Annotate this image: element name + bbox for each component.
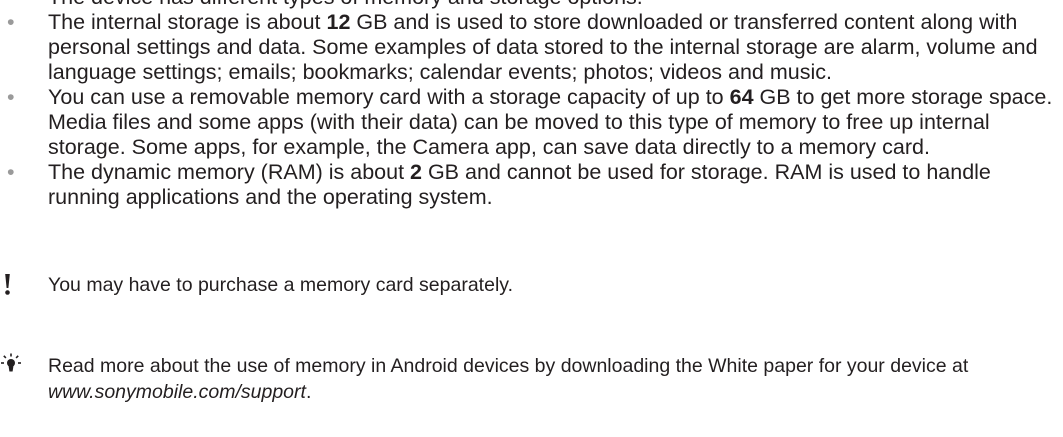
bullet-number: 64 bbox=[729, 85, 754, 109]
tip-text-end: . bbox=[305, 381, 312, 403]
lightbulb-icon bbox=[0, 353, 30, 383]
cut-off-intro-line: The device has different types of memory… bbox=[48, 0, 643, 10]
bullet-dot: • bbox=[7, 10, 15, 34]
tip-text-main: Read more about the use of memory in And… bbox=[48, 355, 969, 377]
bullet-text: The dynamic memory (RAM) is about bbox=[48, 160, 411, 184]
bullet-number: 2 bbox=[410, 160, 422, 184]
warning-text: You may have to purchase a memory card s… bbox=[48, 274, 513, 296]
bullet-dot: • bbox=[7, 160, 15, 184]
bullet-dot: • bbox=[7, 85, 15, 109]
bullet-text: The internal storage is about bbox=[48, 10, 327, 34]
exclamation-icon bbox=[0, 272, 30, 302]
bullet-internal-storage: • The internal storage is about 12 GB an… bbox=[0, 10, 1063, 85]
memory-bullet-list: • The internal storage is about 12 GB an… bbox=[0, 10, 1063, 210]
tip-text: Read more about the use of memory in And… bbox=[48, 353, 1063, 405]
bullet-number: 12 bbox=[326, 10, 351, 34]
support-url: www.sonymobile.com/support bbox=[48, 381, 306, 403]
bullet-memory-card: • You can use a removable memory card wi… bbox=[0, 85, 1063, 160]
bullet-text: You can use a removable memory card with… bbox=[48, 85, 730, 109]
bullet-ram: • The dynamic memory (RAM) is about 2 GB… bbox=[0, 160, 1063, 210]
